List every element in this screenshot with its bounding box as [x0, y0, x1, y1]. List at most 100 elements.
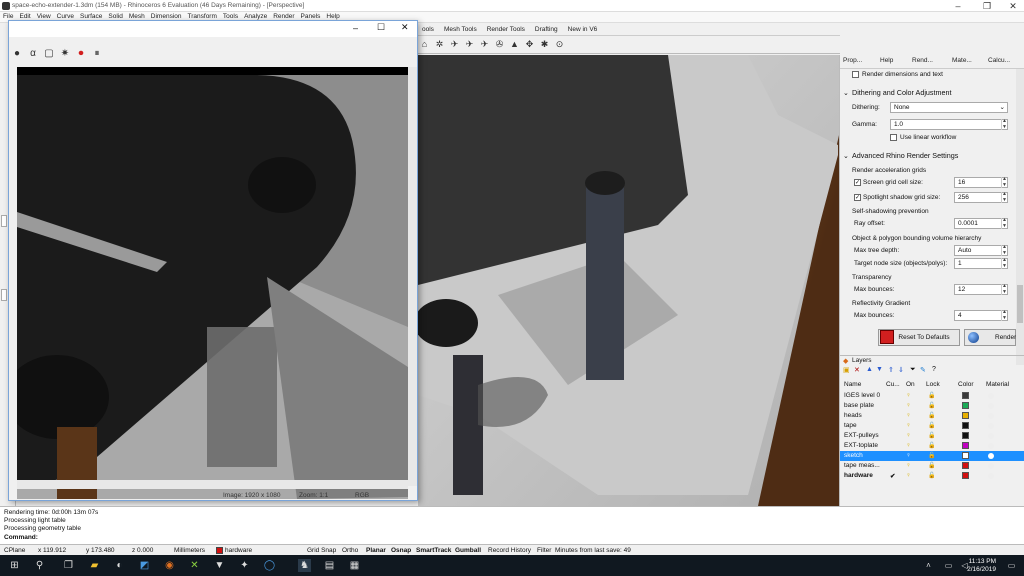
layer-color-swatch[interactable]: [962, 392, 969, 399]
tool-f-icon[interactable]: ✇: [494, 39, 505, 50]
layer-on-bulb-icon[interactable]: ♀: [906, 412, 911, 419]
layer-material-icon[interactable]: [988, 453, 994, 459]
spotlight-input[interactable]: 256: [954, 192, 1008, 203]
windows-start-icon[interactable]: ⊞: [8, 559, 21, 572]
target-node-spinner[interactable]: ▲ ▼: [1001, 257, 1007, 269]
gamma-input[interactable]: 1.0: [890, 119, 1008, 130]
render-minimize-icon[interactable]: –: [353, 23, 358, 33]
max-tree-input[interactable]: Auto: [954, 245, 1008, 256]
layer-color-swatch[interactable]: [962, 412, 969, 419]
layer-on-bulb-icon[interactable]: ♀: [906, 462, 911, 469]
screen-grid-input[interactable]: 16: [954, 177, 1008, 188]
tool-e-icon[interactable]: ✈: [479, 39, 490, 50]
stop-render-icon[interactable]: ⏺: [75, 48, 87, 59]
layer-material-icon[interactable]: [988, 423, 994, 429]
left-tool-b-icon[interactable]: [1, 289, 7, 301]
layer-lock-icon[interactable]: 🔓: [928, 392, 935, 399]
col-current[interactable]: Cu...: [886, 381, 900, 388]
col-material[interactable]: Material: [986, 381, 1009, 388]
layer-material-icon[interactable]: [988, 403, 994, 409]
layer-material-icon[interactable]: [988, 473, 994, 479]
tool-c-icon[interactable]: ✈: [449, 39, 460, 50]
render-close-icon[interactable]: ✕: [401, 22, 409, 33]
post-effects-icon[interactable]: ✷: [59, 48, 71, 59]
transparency-bounces-spinner[interactable]: ▲ ▼: [1001, 283, 1007, 295]
ray-offset-spinner[interactable]: ▲ ▼: [1001, 217, 1007, 229]
tool-i-icon[interactable]: ✱: [539, 39, 550, 50]
app-4-icon[interactable]: ▼: [213, 559, 226, 572]
tab-tools[interactable]: ools: [417, 23, 439, 36]
notepad-icon[interactable]: ▤: [323, 559, 336, 572]
layer-material-icon[interactable]: [988, 443, 994, 449]
cplane-label[interactable]: CPlane: [4, 547, 25, 554]
screen-grid-spinner[interactable]: ▲ ▼: [1001, 176, 1007, 188]
gamma-spinner[interactable]: ▲ ▼: [1001, 118, 1007, 130]
app-2-icon[interactable]: ◩: [138, 559, 151, 572]
layer-on-bulb-icon[interactable]: ♀: [906, 432, 911, 439]
reflectivity-bounces-input[interactable]: 4: [954, 310, 1008, 321]
layer-color-swatch[interactable]: [962, 472, 969, 479]
app-5-icon[interactable]: ✦: [238, 559, 251, 572]
app-7-icon[interactable]: ▦: [348, 559, 361, 572]
search-icon[interactable]: ⚲: [33, 559, 46, 572]
layer-material-icon[interactable]: [988, 413, 994, 419]
tab-rendering[interactable]: Rend...: [912, 57, 933, 64]
col-on[interactable]: On: [906, 381, 915, 388]
layer-lock-icon[interactable]: 🔓: [928, 422, 935, 429]
file-explorer-icon[interactable]: ▰: [88, 559, 101, 572]
render-horizontal-scrollbar[interactable]: [17, 480, 408, 489]
tab-new-in-v6[interactable]: New in V6: [563, 23, 603, 36]
layer-material-icon[interactable]: [988, 393, 994, 399]
layer-color-swatch[interactable]: [962, 452, 969, 459]
layer-on-bulb-icon[interactable]: ♀: [906, 422, 911, 429]
firefox-icon[interactable]: ◉: [163, 559, 176, 572]
tab-drafting[interactable]: Drafting: [530, 23, 563, 36]
dithering-select[interactable]: None ⌄: [890, 102, 1008, 113]
transparency-bounces-input[interactable]: 12: [954, 284, 1008, 295]
record-history-toggle[interactable]: Record History: [488, 547, 531, 554]
smarttrack-toggle[interactable]: SmartTrack: [416, 547, 451, 554]
screen-grid-checkbox[interactable]: ✓: [854, 179, 861, 186]
render-dims-checkbox[interactable]: [852, 71, 859, 78]
layer-lock-icon[interactable]: 🔓: [928, 432, 935, 439]
linear-workflow-checkbox[interactable]: [890, 134, 897, 141]
layer-color-swatch[interactable]: [962, 402, 969, 409]
task-view-icon[interactable]: ❐: [62, 559, 75, 572]
dithering-collapse-icon[interactable]: ⌄: [843, 88, 849, 97]
layer-color-swatch[interactable]: [962, 432, 969, 439]
osnap-toggle[interactable]: Osnap: [391, 547, 411, 554]
notifications-icon[interactable]: ▭: [1005, 559, 1018, 572]
move-up-icon[interactable]: ▲: [866, 366, 873, 373]
layer-on-bulb-icon[interactable]: ♀: [906, 392, 911, 399]
panel-scroll-thumb[interactable]: [1017, 285, 1023, 323]
tab-calculator[interactable]: Calcu...: [988, 57, 1010, 64]
tool-h-icon[interactable]: ✥: [524, 39, 535, 50]
pause-render-icon[interactable]: ⏸: [91, 48, 103, 59]
close-icon[interactable]: ✕: [1002, 0, 1024, 12]
layer-row[interactable]: EXT-pulleys ♀ 🔓: [840, 431, 1024, 441]
layer-row[interactable]: sketch ♀ 🔓: [840, 451, 1024, 461]
layer-lock-icon[interactable]: 🔓: [928, 452, 935, 459]
tab-mesh-tools[interactable]: Mesh Tools: [439, 23, 482, 36]
layer-on-bulb-icon[interactable]: ♀: [906, 472, 911, 479]
render-window-titlebar[interactable]: – ☐ ✕: [9, 21, 417, 37]
filter-toggle[interactable]: Filter: [537, 547, 551, 554]
save-image-icon[interactable]: ●: [11, 48, 23, 59]
layer-on-bulb-icon[interactable]: ♀: [906, 442, 911, 449]
tab-properties[interactable]: Prop...: [843, 57, 862, 64]
taskbar-clock[interactable]: 11:13 PM 2/16/2019: [967, 558, 996, 574]
move-down-icon[interactable]: ▼: [876, 366, 883, 373]
layer-row[interactable]: heads ♀ 🔓: [840, 411, 1024, 421]
tray-expand-icon[interactable]: ˄: [922, 559, 935, 572]
rhino-taskbar-icon[interactable]: ♞: [298, 559, 311, 572]
network-icon[interactable]: ▭: [942, 559, 955, 572]
ortho-toggle[interactable]: Ortho: [342, 547, 358, 554]
minimize-icon[interactable]: –: [947, 0, 969, 12]
advanced-collapse-icon[interactable]: ⌄: [843, 151, 849, 160]
maximize-icon[interactable]: ❐: [976, 0, 998, 12]
filter-icon[interactable]: ⏷: [910, 366, 916, 374]
command-prompt[interactable]: Command:: [4, 534, 38, 541]
copy-icon[interactable]: ▢: [43, 48, 55, 59]
move-top-icon[interactable]: ⇑: [888, 366, 894, 374]
perspective-viewport[interactable]: [418, 55, 839, 506]
